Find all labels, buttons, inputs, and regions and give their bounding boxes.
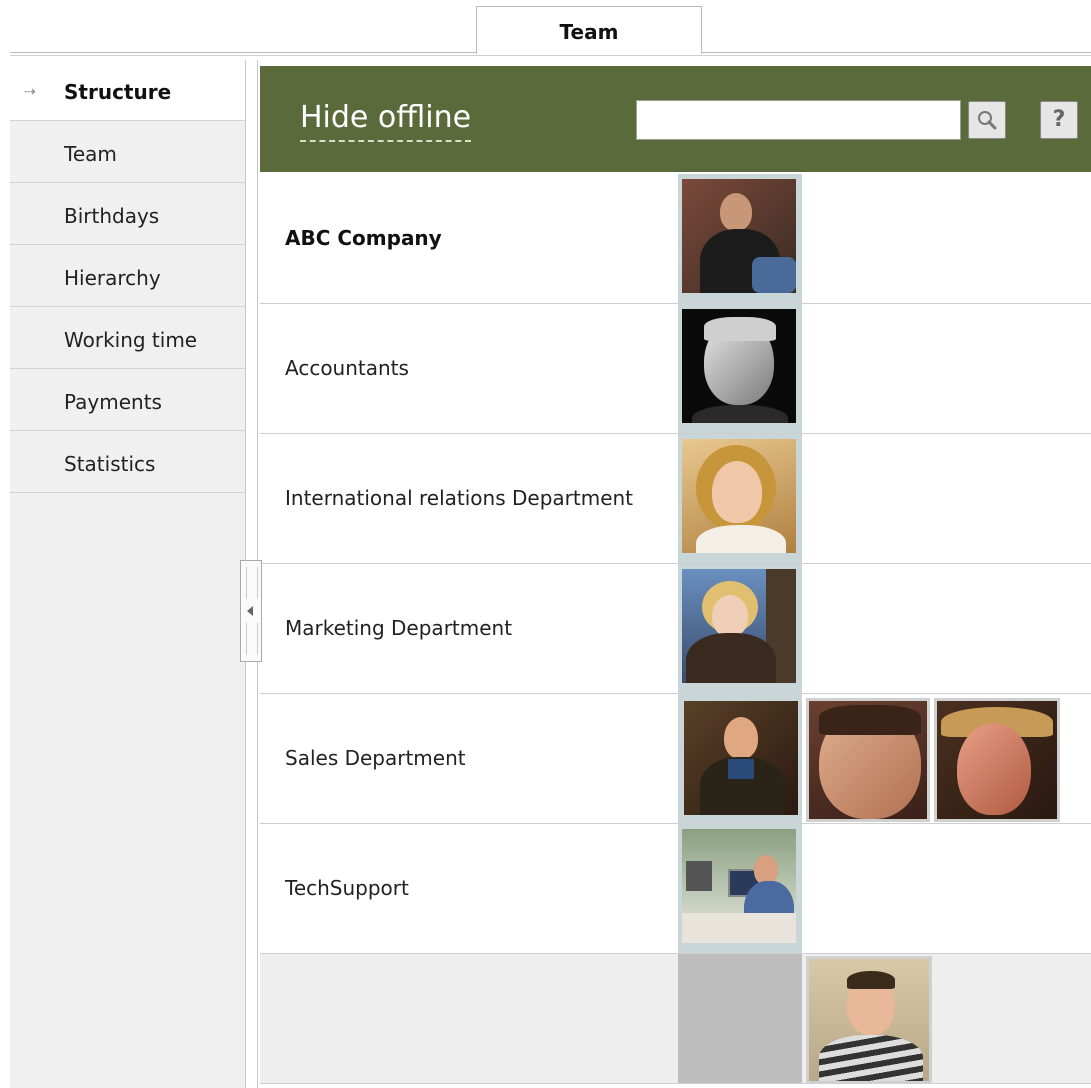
list-item[interactable]: TechSupport bbox=[260, 824, 1091, 954]
search-input[interactable] bbox=[636, 100, 961, 140]
sidebar-item-working-time[interactable]: Working time bbox=[10, 308, 245, 369]
grip-icon bbox=[246, 623, 258, 655]
sidebar-item-hierarchy[interactable]: Hierarchy bbox=[10, 246, 245, 307]
help-icon: ? bbox=[1052, 107, 1066, 132]
avatar[interactable] bbox=[680, 437, 798, 555]
sidebar-item-team[interactable]: Team bbox=[10, 122, 245, 183]
sidebar-item-statistics[interactable]: Statistics bbox=[10, 432, 245, 493]
avatar[interactable] bbox=[806, 698, 930, 822]
sidebar-item-label: Working time bbox=[64, 328, 198, 352]
department-name: International relations Department bbox=[285, 486, 634, 510]
search-icon bbox=[978, 111, 997, 130]
tab-team[interactable]: Team bbox=[476, 6, 702, 54]
list-item[interactable]: Sales Department bbox=[260, 694, 1091, 824]
photo-cell bbox=[678, 434, 802, 563]
main-panel: Hide offline ? ABC Company Accountants I… bbox=[258, 64, 1091, 1088]
photo-cell bbox=[678, 564, 802, 693]
tab-divider bbox=[10, 55, 1091, 56]
sidebar-item-structure[interactable]: ⇢ Structure bbox=[10, 60, 245, 121]
sidebar-item-payments[interactable]: Payments bbox=[10, 370, 245, 431]
top-tab-bar: Team bbox=[0, 0, 1091, 62]
avatar[interactable] bbox=[934, 698, 1060, 822]
sidebar-item-label: Statistics bbox=[64, 452, 156, 476]
hide-offline-link[interactable]: Hide offline bbox=[300, 98, 472, 142]
department-name: Sales Department bbox=[285, 746, 466, 770]
department-name: Accountants bbox=[285, 356, 409, 380]
department-name: TechSupport bbox=[285, 876, 409, 900]
grip-icon bbox=[246, 567, 258, 599]
list-item[interactable]: Marketing Department bbox=[260, 564, 1091, 694]
sidebar-item-birthdays[interactable]: Birthdays bbox=[10, 184, 245, 245]
avatar[interactable] bbox=[680, 567, 798, 685]
avatar[interactable] bbox=[682, 699, 800, 817]
sidebar: ⇢ Structure Team Birthdays Hierarchy Wor… bbox=[10, 60, 246, 1088]
sidebar-item-label: Birthdays bbox=[64, 204, 160, 228]
sidebar-item-label: Structure bbox=[64, 80, 172, 104]
list-item[interactable]: ABC Company bbox=[260, 174, 1091, 304]
search-button[interactable] bbox=[968, 101, 1006, 139]
list-item[interactable]: International relations Department bbox=[260, 434, 1091, 564]
photo-cell bbox=[678, 304, 802, 433]
department-name: Marketing Department bbox=[285, 616, 513, 640]
sidebar-item-label: Hierarchy bbox=[64, 266, 161, 290]
department-name: ABC Company bbox=[285, 226, 442, 250]
avatar[interactable] bbox=[806, 956, 932, 1084]
help-button[interactable]: ? bbox=[1040, 101, 1078, 139]
arrow-right-icon: ⇢ bbox=[24, 84, 36, 100]
list-item[interactable]: Accountants bbox=[260, 304, 1091, 434]
sidebar-item-label: Team bbox=[64, 142, 117, 166]
photo-cell bbox=[678, 824, 802, 953]
list-item[interactable] bbox=[260, 954, 1091, 1084]
photo-cell bbox=[678, 694, 802, 823]
chevron-left-icon bbox=[247, 606, 253, 616]
avatar[interactable] bbox=[680, 307, 798, 425]
photo-cell bbox=[678, 954, 802, 1083]
toolbar-header: Hide offline ? bbox=[260, 66, 1091, 172]
photo-cell bbox=[678, 174, 802, 303]
sidebar-item-label: Payments bbox=[64, 390, 162, 414]
avatar[interactable] bbox=[680, 177, 798, 295]
avatar[interactable] bbox=[680, 827, 798, 945]
